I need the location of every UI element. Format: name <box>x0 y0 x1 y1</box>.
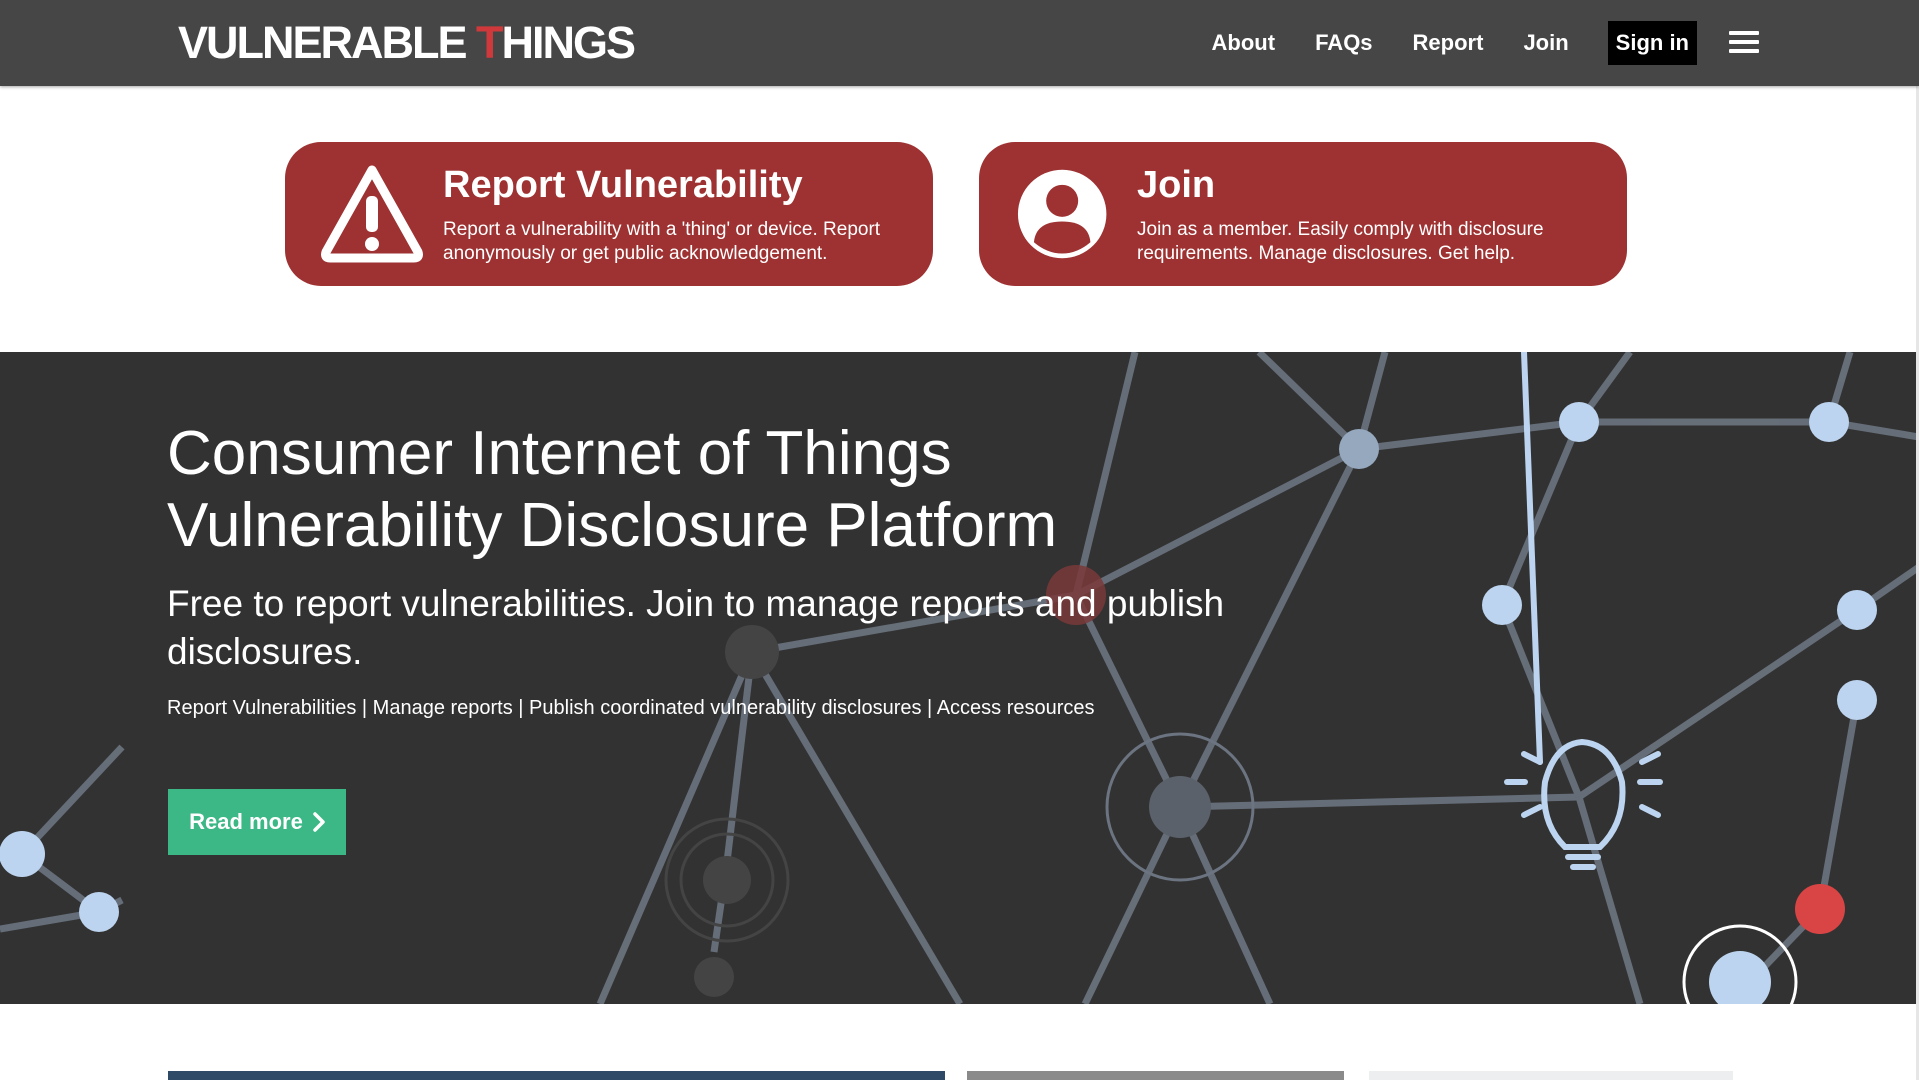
main-nav: About FAQs Report Join Sign in <box>1195 20 1759 66</box>
join-card-description: Join as a member. Easily comply with dis… <box>1137 219 1544 264</box>
read-more-button[interactable]: Read more <box>168 789 346 855</box>
hero-subtitle: Free to report vulnerabilities. Join to … <box>167 583 1225 672</box>
report-card-description: Report a vulnerability with a 'thing' or… <box>443 219 881 264</box>
hero-section: Consumer Internet of Things Vulnerability… <box>0 352 1919 1004</box>
user-avatar-icon <box>1017 169 1107 259</box>
chevron-right-icon <box>313 812 325 832</box>
site-logo[interactable]: VULNERABLE THINGS <box>178 16 636 70</box>
join-card[interactable]: Join Join as a member. Easily comply wit… <box>979 142 1627 286</box>
join-card-title: Join <box>1137 164 1216 206</box>
report-vulnerability-card[interactable]: Report Vulnerability Report a vulnerabil… <box>285 142 933 286</box>
sign-in-button[interactable]: Sign in <box>1607 21 1697 65</box>
article-thumbnail[interactable] <box>1369 1071 1733 1080</box>
hero-title: Consumer Internet of Things Vulnerability… <box>167 419 1058 560</box>
nav-report[interactable]: Report <box>1396 21 1501 65</box>
warning-triangle-icon <box>321 165 423 263</box>
nav-faqs[interactable]: FAQs <box>1298 21 1389 65</box>
nav-join[interactable]: Join <box>1506 21 1585 65</box>
article-thumbnail[interactable] <box>168 1071 945 1080</box>
hero-feature-list: Report Vulnerabilities | Manage reports … <box>167 697 1095 719</box>
site-header: VULNERABLE THINGS About FAQs Report Join… <box>0 0 1919 86</box>
article-thumbnail[interactable] <box>967 1071 1344 1080</box>
nav-about[interactable]: About <box>1195 21 1293 65</box>
report-card-title: Report Vulnerability <box>443 164 803 206</box>
hamburger-menu-icon[interactable] <box>1729 31 1759 55</box>
